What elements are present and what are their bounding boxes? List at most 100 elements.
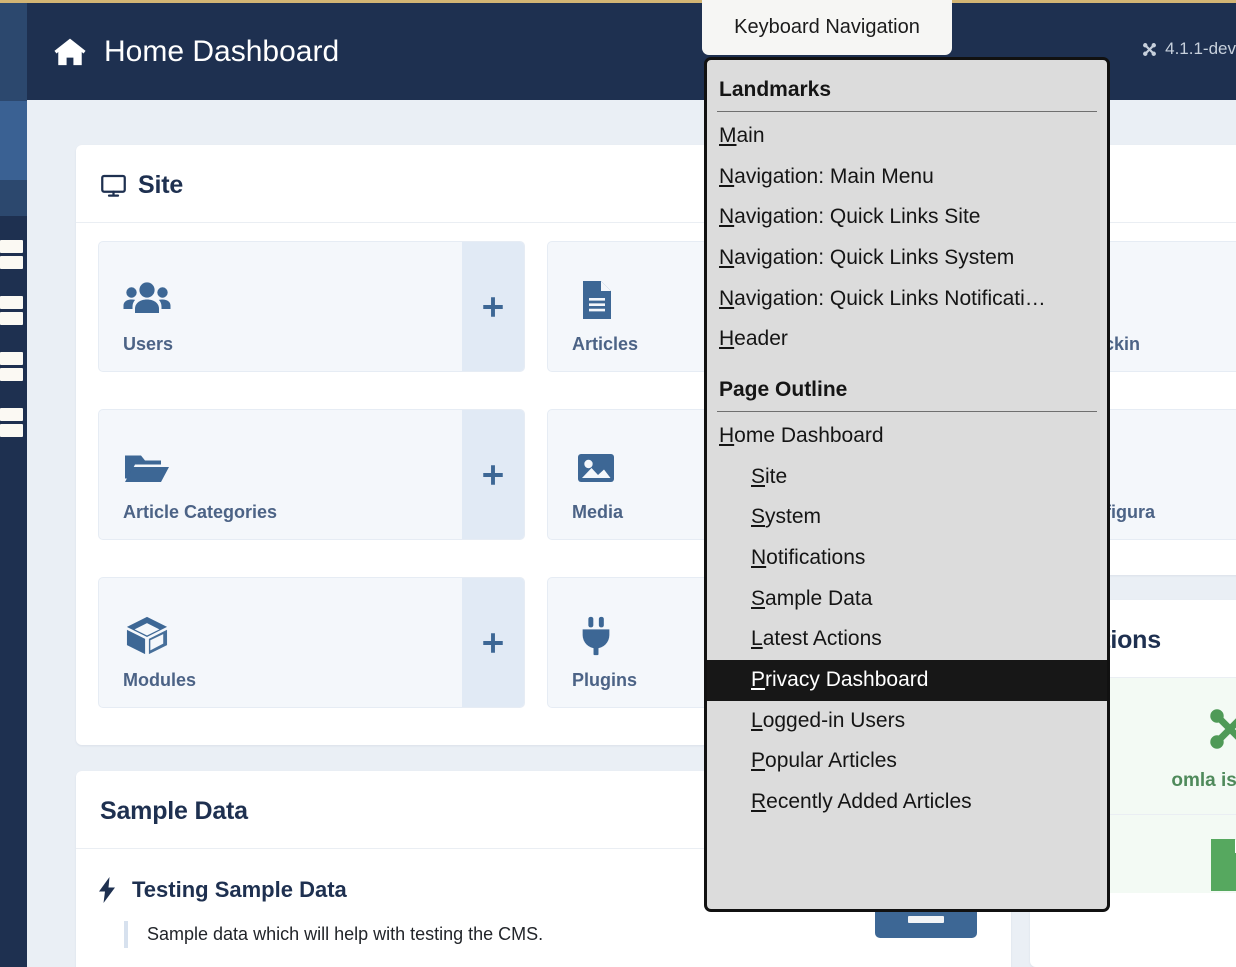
kbd-menu-item-label: ystem [765, 505, 821, 528]
bolt-icon [98, 877, 116, 903]
kbd-menu-item-label: ain [737, 124, 765, 147]
home-icon [53, 37, 87, 67]
kbd-menu-item[interactable]: Recently Added Articles [707, 782, 1107, 823]
sidebar-block-active [0, 101, 27, 180]
kbd-menu-item[interactable]: Popular Articles [707, 741, 1107, 782]
kbd-menu-item-label: ample Data [765, 587, 872, 610]
sidebar-block-secondary [0, 180, 27, 216]
cube-icon [123, 615, 462, 657]
kbd-menu-item-mnemonic: H [719, 327, 734, 350]
kbd-menu-item-label: otifications [766, 546, 865, 569]
joomla-logo-green-icon [1204, 702, 1236, 756]
kbd-menu-item-mnemonic: L [751, 709, 763, 732]
hidden-action-button-label [908, 916, 944, 923]
kbd-menu-item[interactable]: Header [707, 319, 1107, 360]
tile-article-categories-label: Article Categories [123, 502, 462, 523]
kbd-menu-item[interactable]: Navigation: Quick Links Notificati… [707, 279, 1107, 320]
kbd-menu-item-label: ome Dashboard [734, 424, 883, 447]
kbd-menu-item-label: atest Actions [763, 627, 882, 650]
sidebar-item-8[interactable] [0, 424, 23, 437]
kbd-menu-item-label: ite [765, 465, 787, 488]
sidebar-block-top [0, 3, 27, 101]
sidebar-item-7[interactable] [0, 408, 23, 421]
folder-open-icon [123, 447, 462, 489]
sidebar-item-1[interactable] [0, 240, 23, 253]
sample-data-item-description: Sample data which will help with testing… [124, 921, 989, 948]
tile-users-add-button[interactable] [462, 242, 524, 371]
kbd-section-heading: Page Outline [707, 360, 1107, 411]
kbd-menu-item-mnemonic: N [719, 205, 734, 228]
kbd-menu-item-label: avigation: Quick Links System [734, 246, 1014, 269]
keyboard-navigation-tab[interactable]: Keyboard Navigation [702, 0, 952, 55]
kbd-menu-item[interactable]: Sample Data [707, 579, 1107, 620]
kbd-menu-item-mnemonic: N [719, 287, 734, 310]
kbd-section-heading: Landmarks [707, 60, 1107, 111]
version-badge: 4.1.1-dev [1141, 39, 1236, 59]
kbd-menu-item-mnemonic: P [751, 749, 765, 772]
desktop-icon [100, 172, 127, 199]
tile-modules-main[interactable]: Modules [99, 578, 462, 707]
tile-modules-add-button[interactable] [462, 578, 524, 707]
sidebar-item-5[interactable] [0, 352, 23, 365]
kbd-menu-item-label: opular Articles [765, 749, 897, 772]
kbd-menu-item-mnemonic: S [751, 465, 765, 488]
tile-article-categories-main[interactable]: Article Categories [99, 410, 462, 539]
kbd-menu-item[interactable]: Logged-in Users [707, 701, 1107, 742]
kbd-menu-item[interactable]: Main [707, 116, 1107, 157]
kbd-menu-item-label: rivacy Dashboard [765, 668, 928, 691]
plus-icon [480, 294, 506, 320]
kbd-menu-item-mnemonic: N [719, 165, 734, 188]
keyboard-navigation-menu[interactable]: LandmarksMainNavigation: Main MenuNaviga… [704, 57, 1110, 912]
kbd-menu-item-label: eader [734, 327, 788, 350]
kbd-menu-item-mnemonic: N [751, 546, 766, 569]
kbd-menu-item-mnemonic: R [751, 790, 766, 813]
kbd-menu-item[interactable]: Navigation: Main Menu [707, 157, 1107, 198]
sample-data-item-title: Testing Sample Data [132, 877, 347, 903]
tile-users-main[interactable]: Users [99, 242, 462, 371]
sidebar-item-4[interactable] [0, 312, 23, 325]
kbd-menu-item-label: avigation: Quick Links Site [734, 205, 980, 228]
site-panel-title: Site [138, 171, 183, 200]
tile-users-label: Users [123, 334, 462, 355]
kbd-menu-item[interactable]: Navigation: Quick Links System [707, 238, 1107, 279]
kbd-menu-item-mnemonic: L [751, 627, 763, 650]
plus-icon [480, 462, 506, 488]
sidebar-item-3[interactable] [0, 296, 23, 309]
sample-data-panel-title: Sample Data [100, 797, 248, 826]
kbd-menu-item[interactable]: System [707, 497, 1107, 538]
version-text: 4.1.1-dev [1165, 39, 1236, 59]
page-title: Home Dashboard [53, 35, 339, 69]
tile-users[interactable]: Users [98, 241, 525, 372]
kbd-menu-item[interactable]: Home Dashboard [707, 416, 1107, 457]
kbd-menu-item-mnemonic: M [719, 124, 737, 147]
tile-modules[interactable]: Modules [98, 577, 525, 708]
kbd-section-divider [717, 111, 1097, 112]
kbd-section-divider [717, 411, 1097, 412]
file-green-icon [1209, 837, 1236, 893]
kbd-menu-item[interactable]: Site [707, 457, 1107, 498]
kbd-menu-item[interactable]: Privacy Dashboard [707, 660, 1107, 701]
kbd-menu-item[interactable]: Notifications [707, 538, 1107, 579]
kbd-menu-item[interactable]: Navigation: Quick Links Site [707, 197, 1107, 238]
keyboard-navigation-tab-label: Keyboard Navigation [734, 16, 920, 39]
kbd-menu-item-mnemonic: S [751, 505, 765, 528]
site-tile-column-1: Users [98, 241, 525, 708]
notification-message: omla is up to [1171, 770, 1236, 792]
kbd-menu-item-mnemonic: H [719, 424, 734, 447]
kbd-menu-item-label: avigation: Main Menu [734, 165, 934, 188]
kbd-menu-item-label: ecently Added Articles [766, 790, 971, 813]
tile-article-categories[interactable]: Article Categories [98, 409, 525, 540]
sidebar-item-6[interactable] [0, 368, 23, 381]
main-sidebar[interactable] [0, 0, 27, 967]
kbd-menu-item[interactable]: Latest Actions [707, 619, 1107, 660]
kbd-menu-item-label: ogged-in Users [763, 709, 905, 732]
tile-modules-label: Modules [123, 670, 462, 691]
app-root: Home Dashboard 4.1.1-dev [0, 0, 1236, 967]
kbd-menu-item-mnemonic: S [751, 587, 765, 610]
tile-article-categories-add-button[interactable] [462, 410, 524, 539]
sidebar-item-2[interactable] [0, 256, 23, 269]
kbd-menu-item-mnemonic: N [719, 246, 734, 269]
accent-top-rule [0, 0, 1236, 3]
page-title-text: Home Dashboard [104, 35, 339, 69]
plus-icon [480, 630, 506, 656]
